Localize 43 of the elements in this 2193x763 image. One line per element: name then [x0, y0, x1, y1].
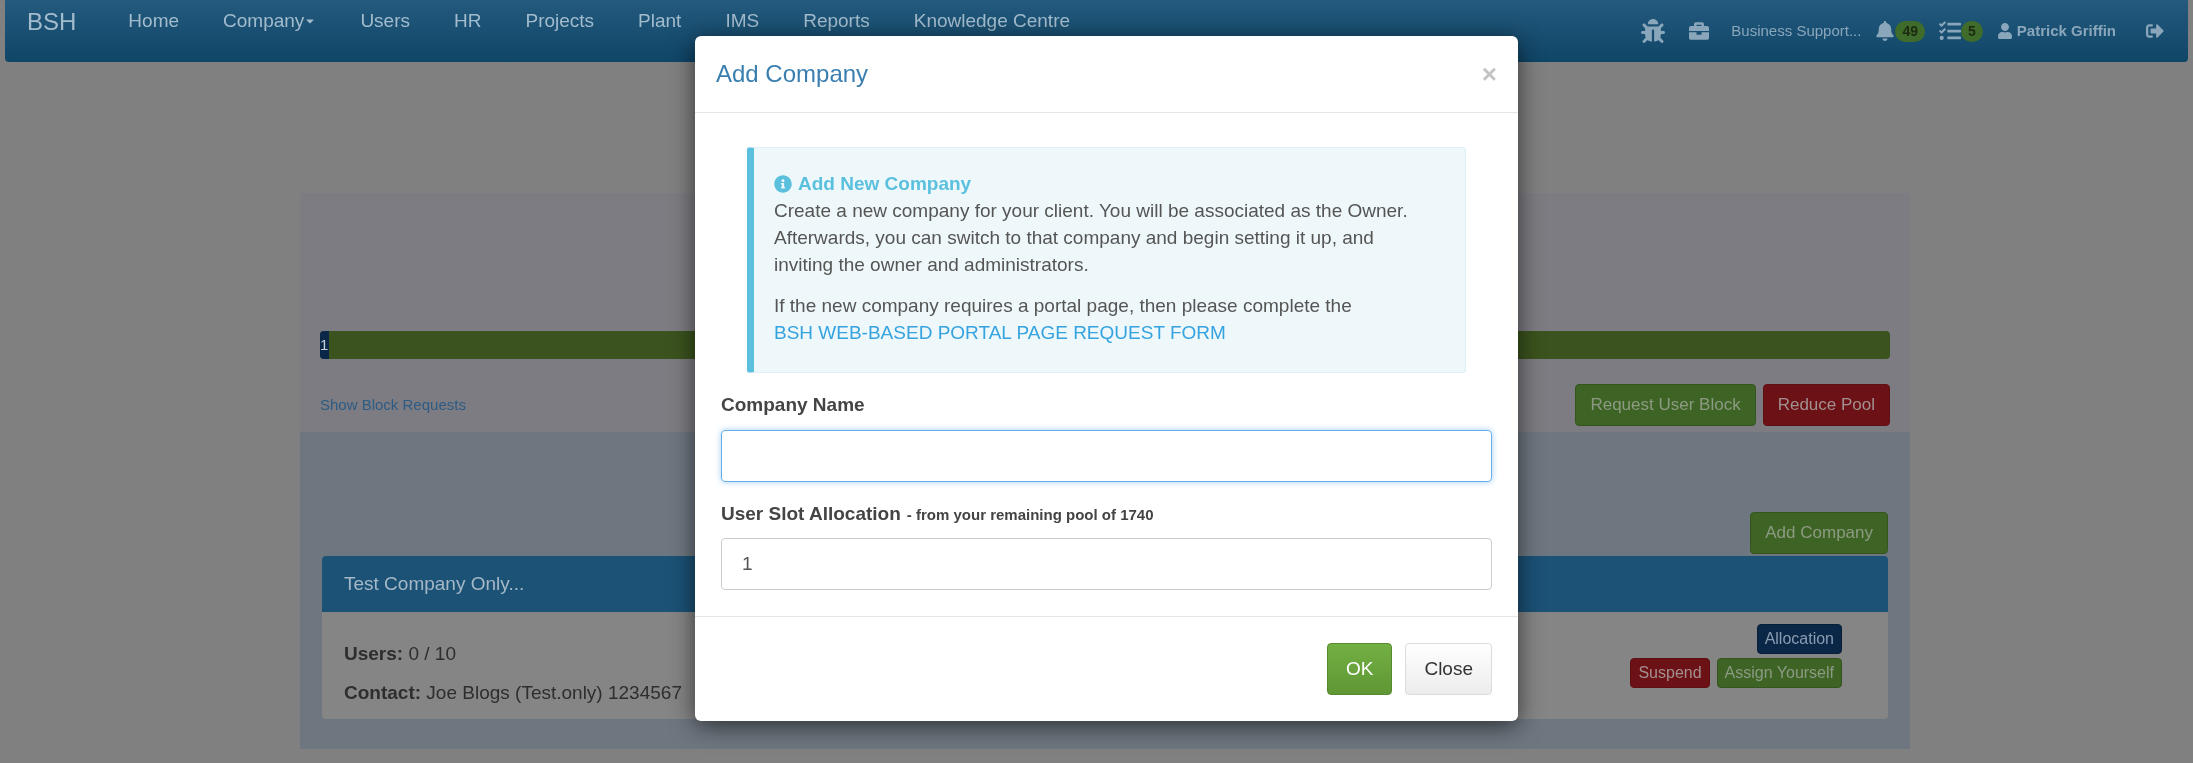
- nav-link[interactable]: Company: [201, 10, 339, 32]
- dialog-button[interactable]: Close: [1405, 643, 1492, 695]
- action-button[interactable]: Reduce Pool: [1762, 384, 1890, 426]
- logout-icon[interactable]: [2146, 22, 2164, 40]
- nav-link[interactable]: Projects: [503, 10, 617, 32]
- action-button[interactable]: Request User Block: [1575, 384, 1756, 426]
- nav-link[interactable]: Reports: [781, 10, 892, 32]
- nav-link[interactable]: Home: [106, 10, 202, 32]
- task-list-icon[interactable]: [1939, 20, 1961, 42]
- action-button[interactable]: Add Company: [1750, 512, 1888, 554]
- modal-title: Add Company: [716, 59, 869, 89]
- portal-request-text: If the new company requires a portal page, then please complete the BSH WEB-BASED PORTAL PAGE REQUEST FORM: [774, 294, 1353, 345]
- brand-link[interactable]: BSH: [27, 8, 77, 36]
- dialog-button[interactable]: OK: [1326, 643, 1393, 695]
- info-icon: [774, 174, 792, 193]
- field-label: User Slot Allocation: [721, 501, 901, 526]
- nav-link[interactable]: HR: [432, 10, 504, 32]
- action-button[interactable]: Suspend: [1630, 658, 1710, 688]
- action-button[interactable]: Assign Yourself: [1716, 658, 1842, 688]
- task-count: 5: [1961, 20, 1983, 42]
- briefcase-icon[interactable]: [1689, 21, 1710, 41]
- nav-link[interactable]: IMS: [703, 10, 782, 32]
- portal-request-link[interactable]: BSH WEB-BASED PORTAL PAGE REQUEST FORM: [774, 322, 1226, 343]
- notification-count: 49: [1895, 20, 1925, 42]
- text-field[interactable]: 1: [721, 538, 1492, 590]
- bug-icon[interactable]: [1641, 19, 1666, 43]
- company-title: Test Company Only...: [344, 571, 525, 596]
- field-hint: - from your remaining pool of 1740: [906, 504, 1154, 525]
- users-count: Users: 0 / 10: [344, 642, 457, 666]
- user-icon[interactable]: [1996, 23, 2013, 39]
- nav-link[interactable]: Knowledge Centre: [891, 10, 1093, 32]
- user-name-link[interactable]: Patrick Griffin: [2016, 19, 2116, 43]
- field-label: Company Name: [721, 393, 865, 417]
- nav-link[interactable]: Plant: [616, 10, 704, 32]
- contact-info: Contact: Joe Blogs (Test.only) 1234567: [344, 680, 682, 705]
- business-unit-link[interactable]: Business Support...: [1731, 19, 1862, 43]
- action-button[interactable]: Allocation: [1756, 624, 1842, 654]
- text-field[interactable]: [721, 429, 1492, 482]
- nav-link[interactable]: Users: [338, 10, 432, 32]
- progress-fill: 1: [320, 331, 330, 359]
- info-title: Add New Company: [798, 172, 972, 196]
- info-text: Create a new company for your client. You will be associated as the Owner. Afterwards, you can switch to that company and begin setting it up, and inviting the owner and administrators.: [774, 199, 1409, 277]
- bell-icon[interactable]: [1875, 21, 1896, 41]
